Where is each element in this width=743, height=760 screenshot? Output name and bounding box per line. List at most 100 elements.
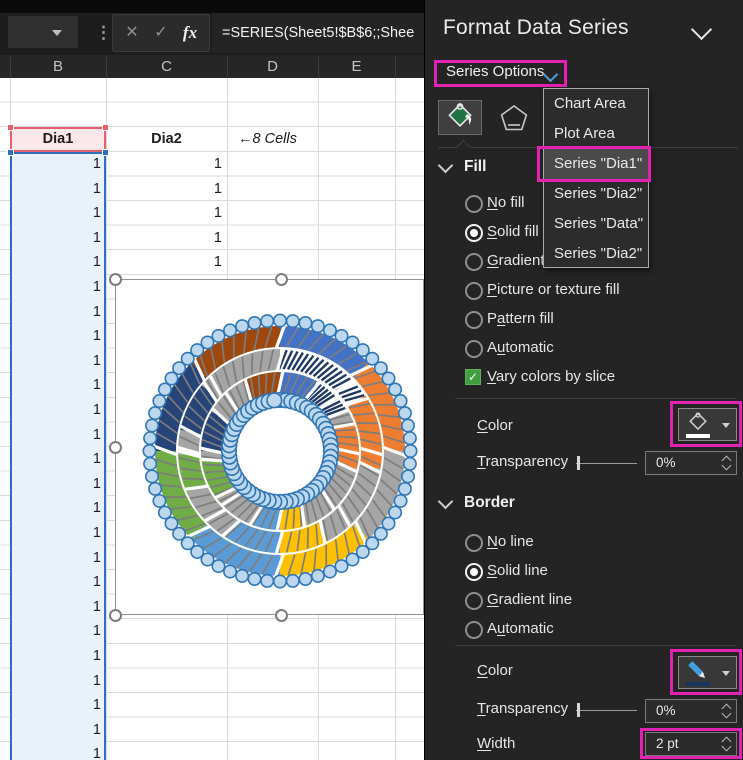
series-selection-handle[interactable]	[201, 336, 213, 348]
fill-section-title[interactable]: Fill	[464, 158, 486, 176]
cell-b-value[interactable]: 1	[10, 447, 101, 472]
radio-icon[interactable]	[465, 621, 483, 639]
series-selection-handle[interactable]	[404, 432, 416, 444]
radio-icon[interactable]	[465, 224, 483, 242]
radio-icon[interactable]	[465, 253, 483, 271]
cell-b-value[interactable]: 1	[10, 324, 101, 349]
menu-item-series-dia2-[interactable]: Series "Dia2"	[544, 179, 648, 209]
slider-thumb[interactable]	[577, 456, 580, 470]
chart-resize-handle[interactable]	[109, 609, 122, 622]
cell-b-value[interactable]: 1	[10, 152, 101, 177]
formula-bar[interactable]: =SERIES(Sheet5!$B$6;;Shee	[212, 13, 424, 53]
checkbox-icon[interactable]: ✓	[465, 369, 481, 385]
series-selection-handle[interactable]	[287, 575, 299, 587]
cell-b-value[interactable]: 1	[10, 275, 101, 300]
slider-thumb[interactable]	[577, 703, 580, 717]
chart-resize-handle[interactable]	[109, 441, 122, 454]
enter-icon[interactable]: ✓	[146, 15, 176, 51]
cell-d-note[interactable]: ←8 Cells	[238, 127, 328, 152]
menu-item-series-data-[interactable]: Series "Data"	[544, 209, 648, 239]
column-header-d[interactable]: D	[227, 55, 318, 78]
radio-icon[interactable]	[465, 311, 483, 329]
cell-c-header[interactable]: Dia2	[106, 127, 227, 152]
cell-c-value[interactable]: 1	[106, 177, 222, 202]
radio-icon[interactable]	[465, 592, 483, 610]
cell-b-value[interactable]: 1	[10, 496, 101, 521]
series-selection-handle[interactable]	[382, 372, 394, 384]
series-selection-handle[interactable]	[261, 575, 273, 587]
formula-bar-splitter-icon[interactable]: ⋮	[95, 17, 107, 49]
radio-icon[interactable]	[465, 282, 483, 300]
radio-icon[interactable]	[465, 534, 483, 552]
cell-b-value[interactable]: 1	[10, 595, 101, 620]
series-selection-handle[interactable]	[236, 570, 248, 582]
name-box-dropdown[interactable]	[8, 16, 78, 48]
series-selection-handle[interactable]	[312, 320, 324, 332]
cell-b-value[interactable]: 1	[10, 570, 101, 595]
series-selection-handle[interactable]	[149, 483, 161, 495]
menu-item-series-dia2-[interactable]: Series "Dia2"	[544, 239, 648, 269]
series-selection-handle[interactable]	[402, 419, 414, 431]
cell-b-value[interactable]: 1	[10, 226, 101, 251]
series-selection-handle[interactable]	[389, 506, 401, 518]
chart-resize-handle[interactable]	[275, 273, 288, 286]
series-selection-handle[interactable]	[149, 407, 161, 419]
radio-icon[interactable]	[465, 340, 483, 358]
series-selection-handle[interactable]	[324, 324, 336, 336]
series-selection-handle[interactable]	[144, 458, 156, 470]
doughnut-chart-object[interactable]	[115, 279, 424, 615]
spinner-down-icon[interactable]	[722, 709, 732, 719]
radio-icon[interactable]	[465, 563, 483, 581]
series-selection-handle[interactable]	[267, 393, 282, 408]
series-selection-handle[interactable]	[394, 395, 406, 407]
radio-icon[interactable]	[465, 195, 483, 213]
series-selection-handle[interactable]	[159, 506, 171, 518]
series-selection-handle[interactable]	[159, 383, 171, 395]
series-selection-handle[interactable]	[399, 407, 411, 419]
range-handle[interactable]	[7, 149, 14, 156]
series-selection-handle[interactable]	[146, 419, 158, 431]
series-selection-handle[interactable]	[346, 553, 358, 565]
tab-fill-and-line[interactable]	[438, 100, 482, 135]
cell-b-value[interactable]: 1	[10, 644, 101, 669]
cell-b-value[interactable]: 1	[10, 693, 101, 718]
cell-c-value[interactable]: 1	[106, 226, 222, 251]
transparency-slider[interactable]	[576, 463, 637, 464]
spinner-down-icon[interactable]	[722, 461, 732, 471]
cell-b-value[interactable]: 1	[10, 177, 101, 202]
insert-function-icon[interactable]: fx	[175, 15, 205, 51]
series-selection-handle[interactable]	[299, 573, 311, 585]
series-selection-handle[interactable]	[274, 314, 286, 326]
series-selection-handle[interactable]	[299, 317, 311, 329]
column-header-b[interactable]: B	[10, 55, 106, 78]
cell-b-value[interactable]: 1	[10, 718, 101, 743]
series-selection-handle[interactable]	[144, 432, 156, 444]
cancel-icon[interactable]: ✕	[117, 15, 147, 51]
border-transparency-spinner[interactable]: 0%	[645, 699, 737, 723]
cell-b-value[interactable]: 1	[10, 300, 101, 325]
series-selection-handle[interactable]	[261, 315, 273, 327]
series-selection-handle[interactable]	[153, 495, 165, 507]
series-selection-handle[interactable]	[394, 495, 406, 507]
series-selection-handle[interactable]	[146, 470, 158, 482]
series-selection-handle[interactable]	[212, 330, 224, 342]
cell-b-value[interactable]: 1	[10, 423, 101, 448]
cell-b-value[interactable]: 1	[10, 619, 101, 644]
cell-b-value[interactable]: 1	[10, 546, 101, 571]
cell-b-value[interactable]: 1	[10, 521, 101, 546]
series-selection-handle[interactable]	[248, 573, 260, 585]
series-selection-handle[interactable]	[224, 565, 236, 577]
series-selection-handle[interactable]	[274, 575, 286, 587]
column-header-c[interactable]: C	[106, 55, 227, 78]
cell-b-value[interactable]: 1	[10, 201, 101, 226]
range-handle[interactable]	[102, 124, 109, 131]
cell-c-value[interactable]: 1	[106, 201, 222, 226]
transparency-slider[interactable]	[576, 710, 637, 711]
series-selection-handle[interactable]	[212, 560, 224, 572]
cell-c-value[interactable]: 1	[106, 152, 222, 177]
cell-b-value[interactable]: 1	[10, 349, 101, 374]
column-header-e[interactable]: E	[318, 55, 395, 78]
series-selection-handle[interactable]	[404, 458, 416, 470]
fill-transparency-spinner[interactable]: 0%	[645, 451, 737, 475]
series-selection-handle[interactable]	[324, 565, 336, 577]
